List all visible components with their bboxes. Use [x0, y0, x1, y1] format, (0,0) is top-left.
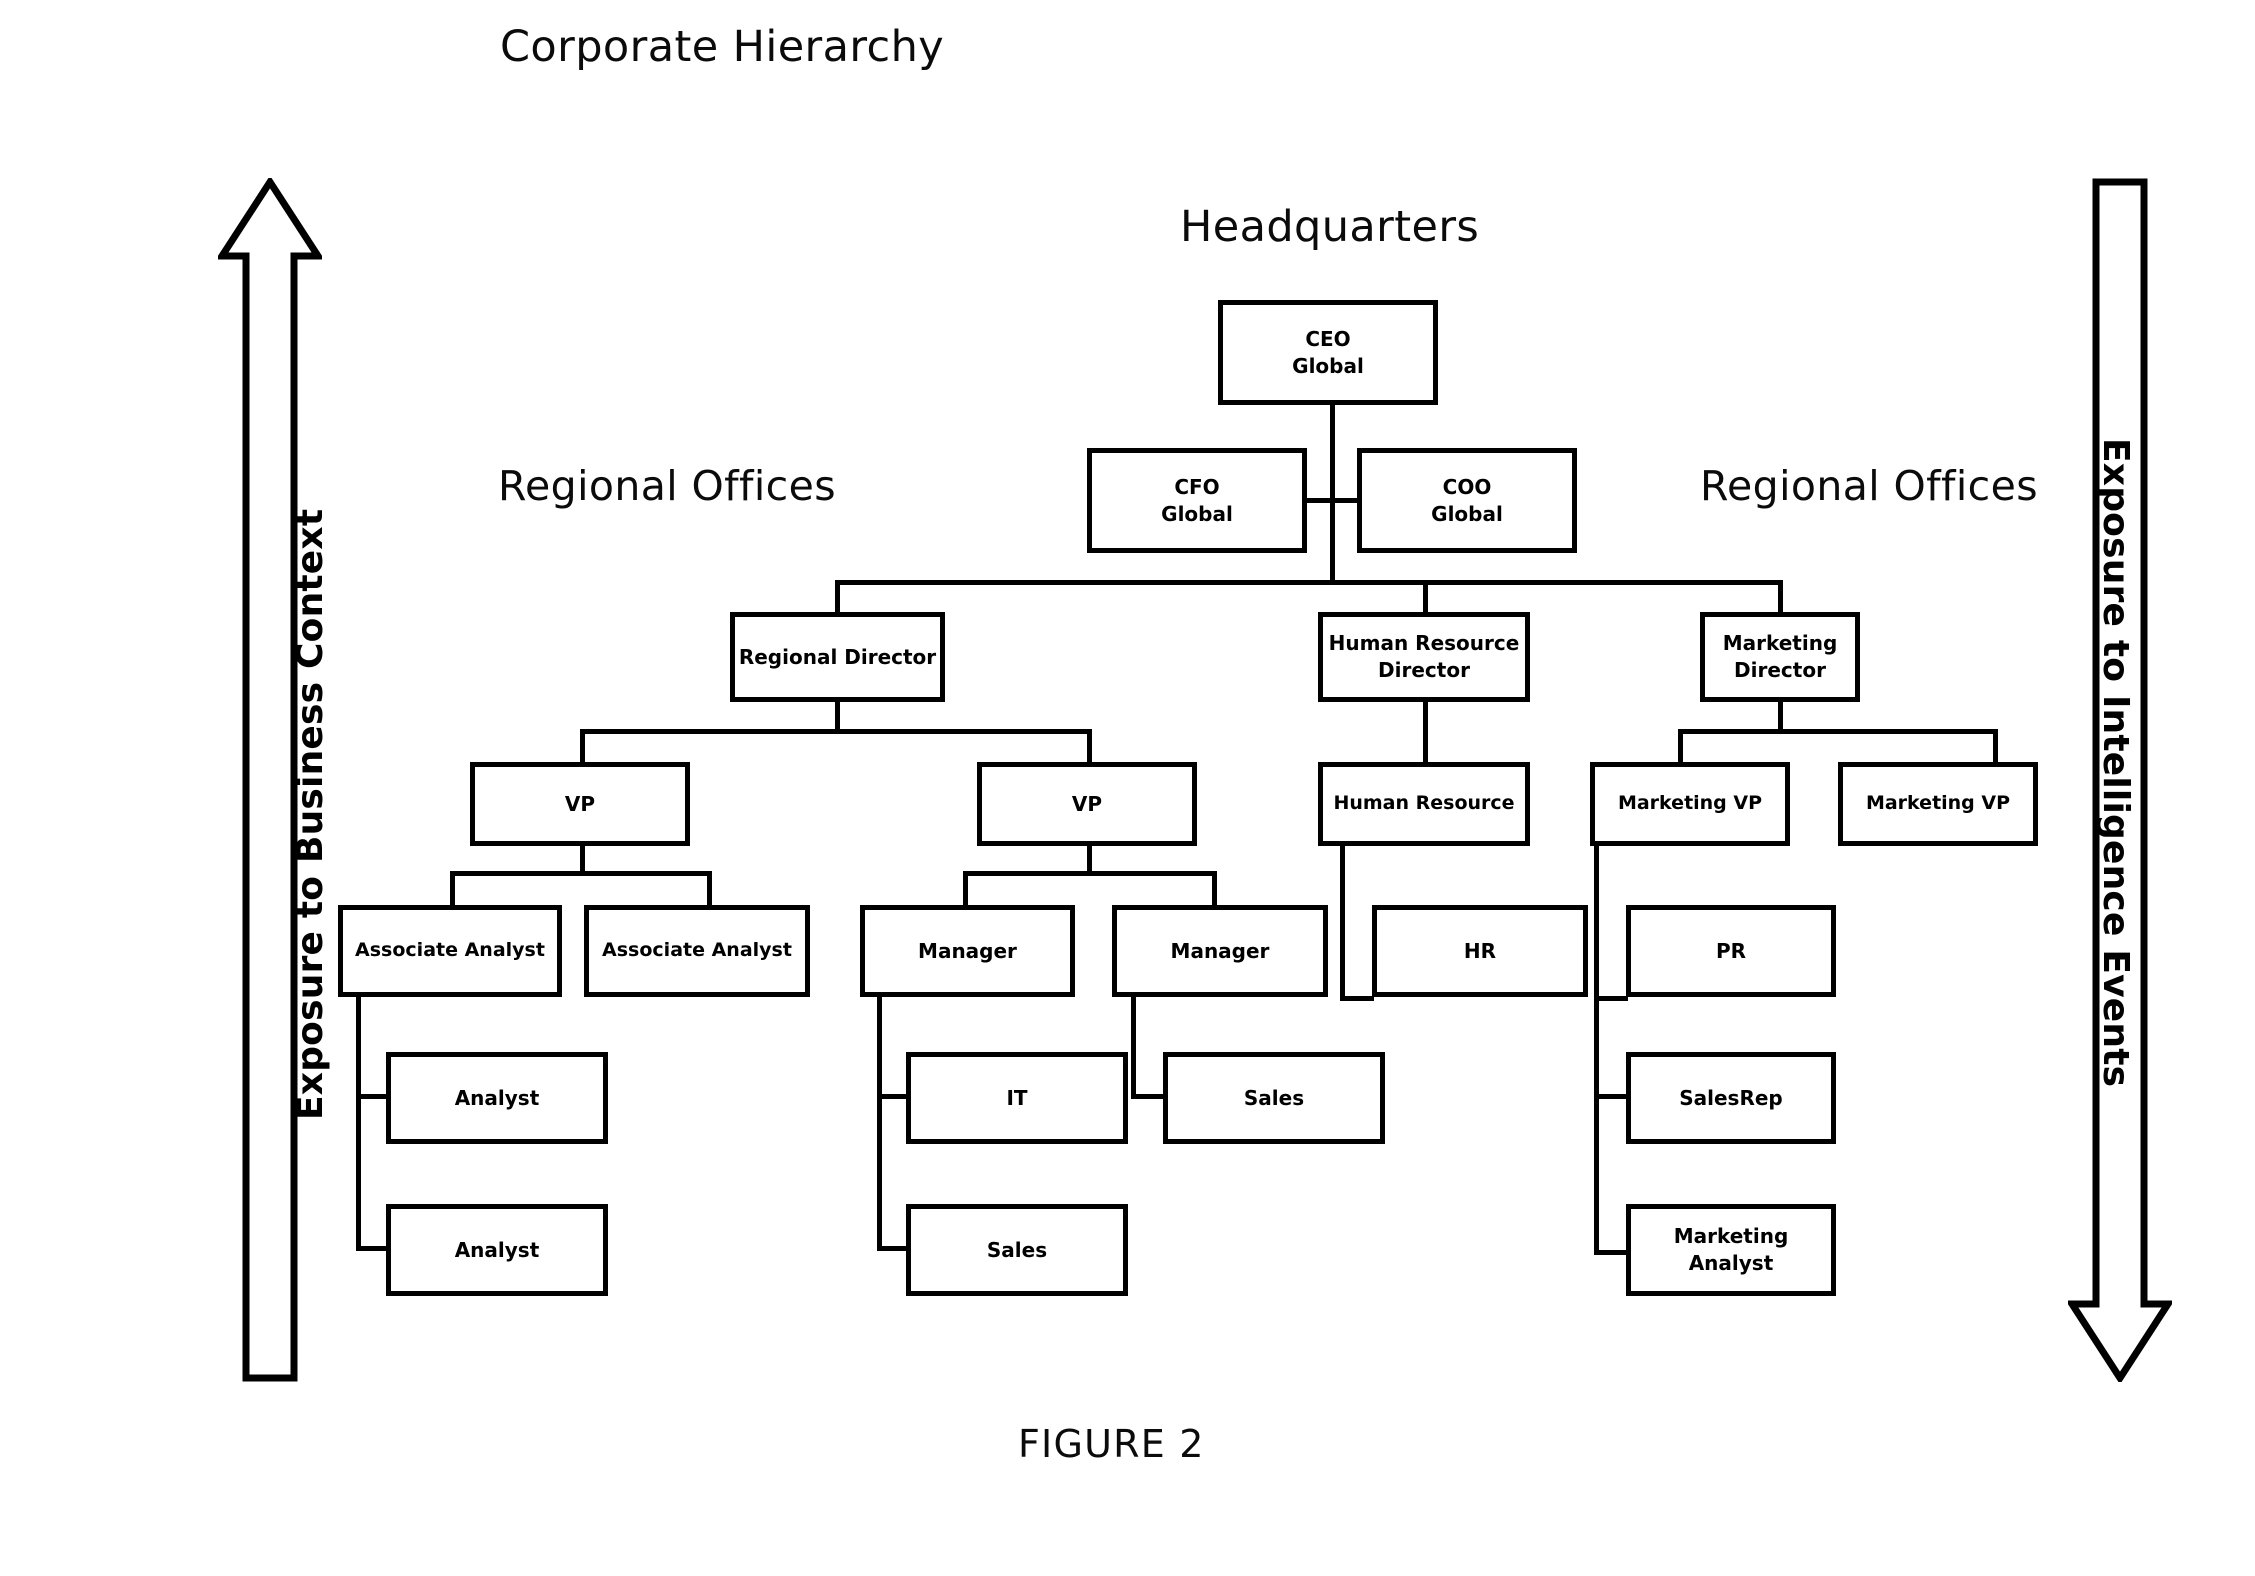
node-sales-rep[interactable]: SalesRep	[1626, 1052, 1836, 1144]
node-cfo[interactable]: CFO Global	[1087, 448, 1307, 553]
node-analyst-2[interactable]: Analyst	[386, 1204, 608, 1296]
connector-associate-analyst-bus	[450, 871, 712, 876]
node-marketing-analyst[interactable]: Marketing Analyst	[1626, 1204, 1836, 1296]
connector-manager-1-drop	[877, 996, 882, 1250]
section-label-headquarters: Headquarters	[1180, 202, 1480, 252]
connector-associate-analyst-1-to-analyst-2	[356, 1246, 388, 1251]
node-vp-1[interactable]: VP	[470, 762, 690, 846]
connector-vp-1-down	[580, 845, 585, 874]
node-associate-analyst-1[interactable]: Associate Analyst	[338, 905, 562, 997]
connector-human-resource-drop	[1340, 845, 1345, 1000]
connector-marketing-vp-1-to-sales-rep	[1594, 1094, 1628, 1099]
node-vp-2[interactable]: VP	[977, 762, 1197, 846]
connector-bus-to-vp-2	[1087, 729, 1092, 763]
node-hr[interactable]: HR	[1372, 905, 1588, 997]
exposure-business-context-label: Exposure to Business Context	[290, 508, 331, 1120]
connector-manager-2-drop	[1131, 996, 1136, 1098]
connector-marketing-vp-1-to-pr	[1594, 996, 1628, 1001]
node-ceo[interactable]: CEO Global	[1218, 300, 1438, 405]
connector-associate-analyst-1-drop	[356, 996, 361, 1250]
connector-bus-to-marketing-vp-2	[1993, 729, 1998, 763]
figure-caption: FIGURE 2	[1018, 1422, 1205, 1466]
node-coo[interactable]: COO Global	[1357, 448, 1577, 553]
connector-hr-director-to-human-resource	[1423, 700, 1428, 764]
exposure-intelligence-events-label: Exposure to Intelligence Events	[2095, 438, 2136, 1088]
connector-manager-bus	[963, 871, 1217, 876]
connector-bus-to-regional-director	[835, 580, 840, 613]
node-marketing-director[interactable]: Marketing Director	[1700, 612, 1860, 702]
connector-manager-1-to-sales-2	[877, 1246, 909, 1251]
connector-bus-to-vp-1	[580, 729, 585, 763]
section-label-regional-offices-right: Regional Offices	[1700, 462, 2038, 510]
connector-director-bus	[835, 580, 1783, 585]
connector-regional-director-down	[835, 700, 840, 732]
node-sales-2[interactable]: Sales	[906, 1204, 1128, 1296]
connector-vp-bus	[580, 729, 1092, 734]
node-manager-1[interactable]: Manager	[860, 905, 1075, 997]
connector-bus-to-associate-analyst-1	[450, 871, 455, 905]
connector-bus-to-manager-2	[1212, 871, 1217, 905]
connector-associate-analyst-1-to-analyst-1	[356, 1094, 388, 1099]
node-hr-director[interactable]: Human Resource Director	[1318, 612, 1530, 702]
connector-human-resource-to-hr	[1340, 996, 1374, 1001]
node-pr[interactable]: PR	[1626, 905, 1836, 997]
connector-manager-1-to-it	[877, 1094, 909, 1099]
node-analyst-1[interactable]: Analyst	[386, 1052, 608, 1144]
node-manager-2[interactable]: Manager	[1112, 905, 1328, 997]
node-human-resource[interactable]: Human Resource	[1318, 762, 1530, 846]
node-it[interactable]: IT	[906, 1052, 1128, 1144]
connector-marketing-vp-bus	[1678, 729, 1998, 734]
page-title: Corporate Hierarchy	[500, 22, 945, 72]
connector-bus-to-manager-1	[963, 871, 968, 905]
connector-manager-2-to-sales-1	[1131, 1094, 1165, 1099]
connector-ceo-spine	[1330, 404, 1335, 584]
figure-canvas: Corporate Hierarchy Headquarters Regiona…	[0, 0, 2255, 1576]
connector-bus-to-hr-director	[1423, 580, 1428, 613]
connector-ceo-to-cfo	[1305, 498, 1333, 503]
connector-bus-to-marketing-director	[1778, 580, 1783, 613]
connector-vp-2-down	[1087, 845, 1092, 874]
node-associate-analyst-2[interactable]: Associate Analyst	[584, 905, 810, 997]
node-marketing-vp-1[interactable]: Marketing VP	[1590, 762, 1790, 846]
connector-marketing-vp-1-to-marketing-analyst	[1594, 1250, 1628, 1255]
connector-bus-to-marketing-vp-1	[1678, 729, 1683, 763]
node-marketing-vp-2[interactable]: Marketing VP	[1838, 762, 2038, 846]
connector-marketing-director-down	[1778, 700, 1783, 732]
section-label-regional-offices-left: Regional Offices	[498, 462, 836, 510]
connector-bus-to-associate-analyst-2	[707, 871, 712, 905]
node-sales-1[interactable]: Sales	[1163, 1052, 1385, 1144]
node-regional-director[interactable]: Regional Director	[730, 612, 945, 702]
connector-marketing-vp-1-drop	[1594, 845, 1599, 1255]
